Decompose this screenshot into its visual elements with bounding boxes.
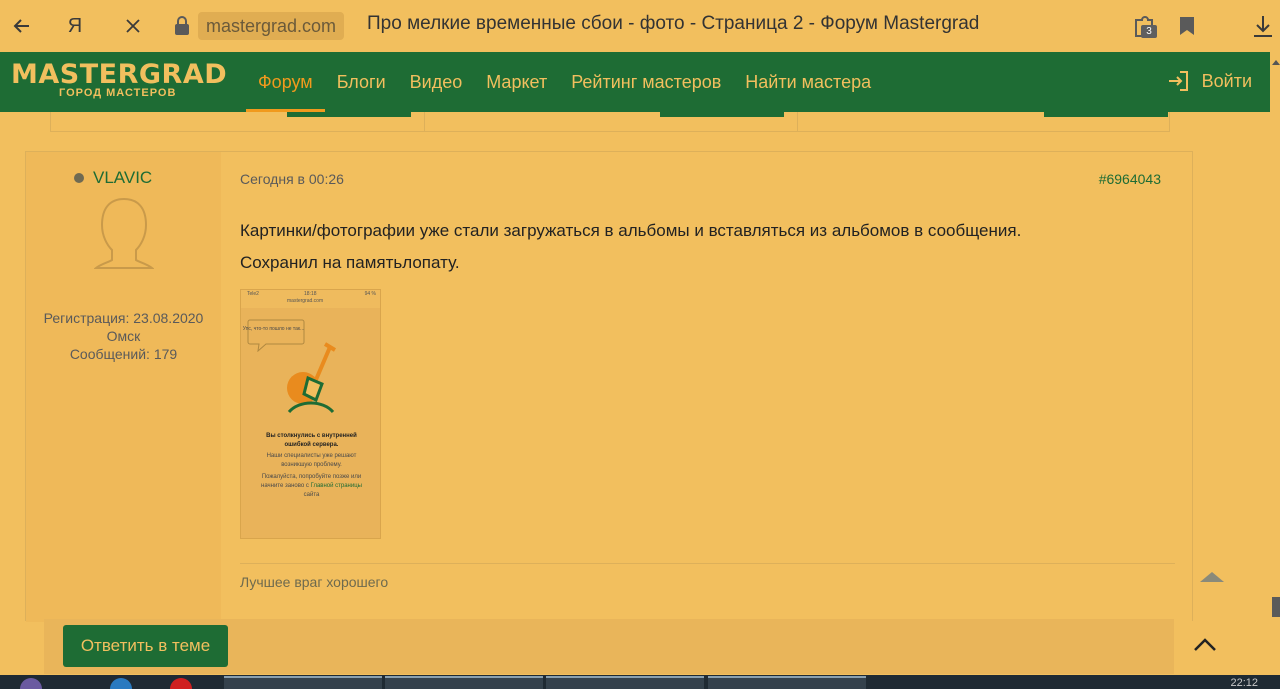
author-name[interactable]: VLAVIC xyxy=(93,168,152,188)
bookmark-icon[interactable] xyxy=(1179,16,1195,36)
extensions-badge: 3 xyxy=(1141,25,1157,38)
scrollbar-thumb[interactable] xyxy=(1272,597,1280,617)
previous-post-footer xyxy=(50,112,1170,132)
divider xyxy=(424,112,425,132)
registration-date: Регистрация: 23.08.2020 xyxy=(43,310,204,326)
post-number-link[interactable]: #6964043 xyxy=(1099,171,1161,187)
taskbar-app[interactable] xyxy=(224,676,382,689)
taskbar-app[interactable] xyxy=(385,676,543,689)
login-icon xyxy=(1168,71,1188,91)
nav-item-blogs[interactable]: Блоги xyxy=(325,52,398,112)
status-indicator xyxy=(74,173,84,183)
opera-icon[interactable] xyxy=(170,678,192,689)
taskbar-app[interactable] xyxy=(546,676,704,689)
post-text-line: Сохранил на памятьлопату. xyxy=(240,253,460,272)
user-signature: Лучшее враг хорошего xyxy=(240,574,389,590)
previous-action-button[interactable] xyxy=(1044,112,1168,117)
taskbar-app[interactable] xyxy=(708,676,866,689)
reply-in-thread-button[interactable]: Ответить в теме xyxy=(63,625,228,667)
login-button[interactable]: Войти xyxy=(1166,69,1252,93)
ie-icon[interactable] xyxy=(110,678,132,689)
page-title: Про мелкие временные сбои - фото - Стран… xyxy=(367,13,980,34)
shovel-icon xyxy=(287,342,337,414)
post-author-panel: VLAVIC Регистрация: 23.08.2020 Омск Сооб… xyxy=(26,152,221,622)
browser-toolbar: Я mastergrad.com Про мелкие временные сб… xyxy=(0,0,1280,52)
scroll-up-icon[interactable] xyxy=(1200,572,1224,582)
taskbar-clock: 22:12 xyxy=(1230,677,1258,689)
nav-item-find-master[interactable]: Найти мастера xyxy=(733,52,883,112)
previous-action-button[interactable] xyxy=(660,112,784,117)
avatar[interactable] xyxy=(94,196,154,286)
author-city: Омск xyxy=(106,328,141,344)
scrollbar[interactable] xyxy=(1270,52,1280,662)
main-nav: Форум Блоги Видео Маркет Рейтинг мастеро… xyxy=(246,52,883,112)
site-logo-subtitle: ГОРОД МАСТЕРОВ xyxy=(59,87,177,99)
post-date: Сегодня в 00:26 xyxy=(240,171,344,187)
site-header: MASTERGRAD ГОРОД МАСТЕРОВ Форум Блоги Ви… xyxy=(0,52,1270,112)
close-icon[interactable] xyxy=(117,10,149,42)
post-text-line: Картинки/фотографии уже стали загружатьс… xyxy=(240,221,1022,240)
chevron-up-icon[interactable] xyxy=(1190,630,1220,660)
phone-status-bar: Tele2 18:18 94 % mastergrad.com xyxy=(241,290,380,308)
nav-item-market[interactable]: Маркет xyxy=(474,52,559,112)
login-label: Войти xyxy=(1201,70,1252,91)
scrollbar-up-arrow-icon[interactable] xyxy=(1272,60,1280,65)
nav-item-masters-rating[interactable]: Рейтинг мастеров xyxy=(559,52,733,112)
start-icon[interactable] xyxy=(20,678,42,689)
message-count: Сообщений: 179 xyxy=(69,346,178,362)
address-bar[interactable]: mastergrad.com xyxy=(198,12,345,40)
yandex-icon[interactable]: Я xyxy=(59,10,91,42)
lock-icon[interactable] xyxy=(172,15,192,37)
attached-image[interactable]: Tele2 18:18 94 % mastergrad.com Упс, что… xyxy=(240,289,381,539)
forum-post: VLAVIC Регистрация: 23.08.2020 Омск Сооб… xyxy=(25,151,1193,622)
divider xyxy=(797,112,798,132)
site-logo[interactable]: MASTERGRAD xyxy=(11,59,227,90)
nav-item-video[interactable]: Видео xyxy=(398,52,475,112)
download-icon[interactable] xyxy=(1252,14,1274,38)
os-taskbar: 22:12 xyxy=(0,675,1280,689)
back-arrow-icon[interactable] xyxy=(6,10,38,42)
nav-item-forum[interactable]: Форум xyxy=(246,52,325,112)
previous-action-button[interactable] xyxy=(287,112,411,117)
signature-divider xyxy=(240,563,1175,564)
